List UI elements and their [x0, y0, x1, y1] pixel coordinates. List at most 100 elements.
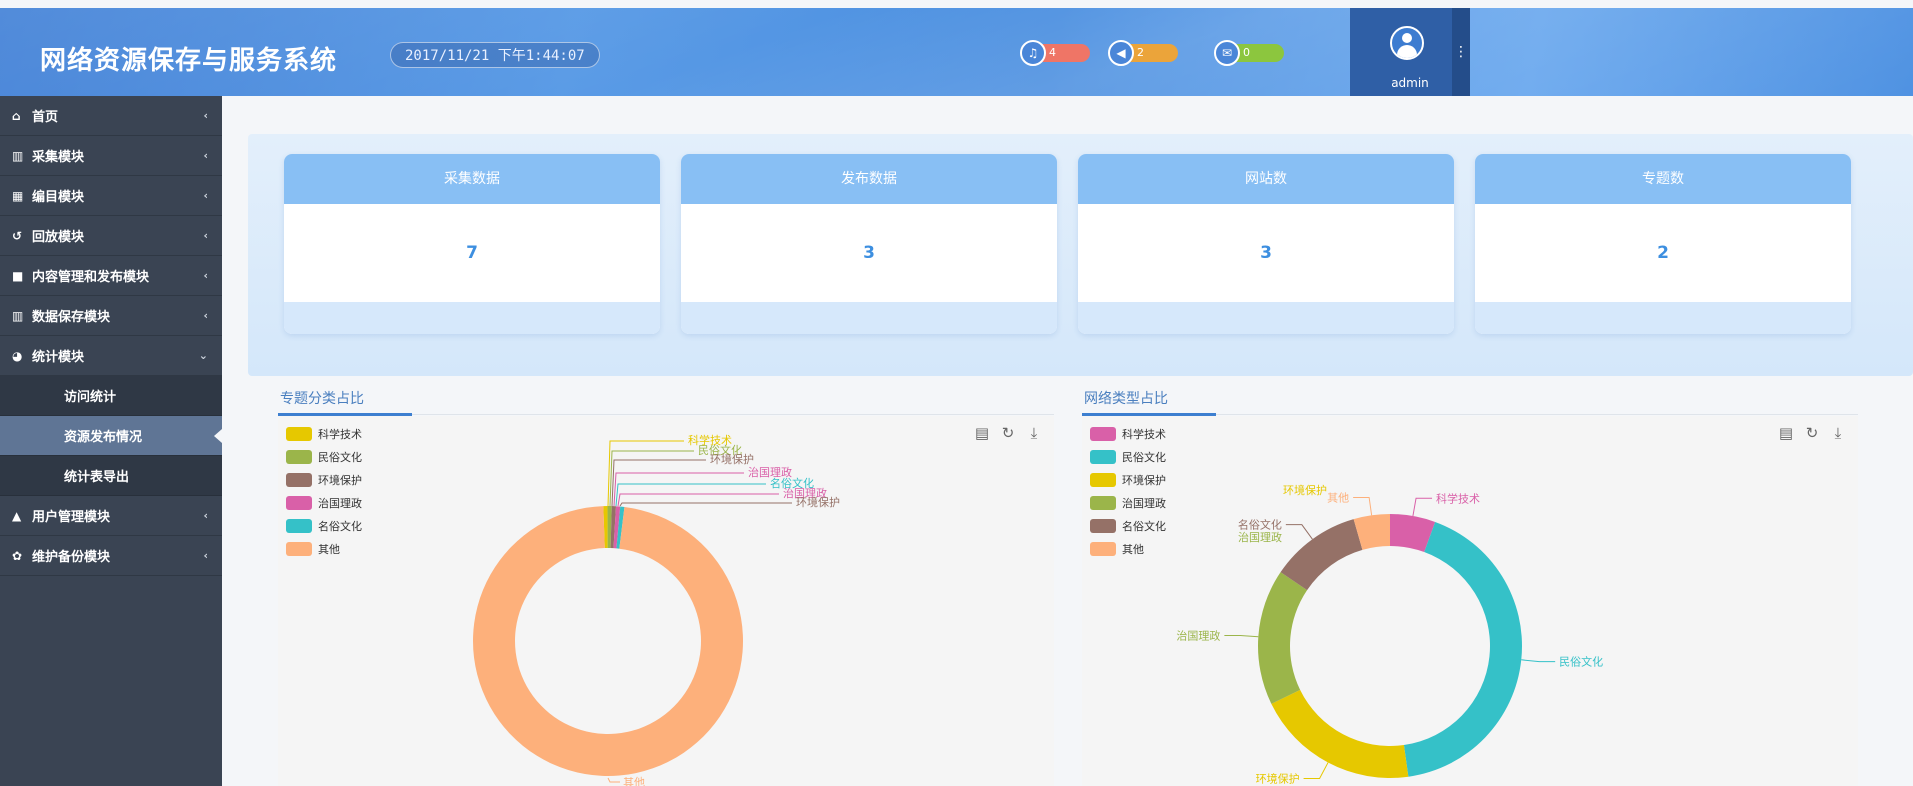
legend-label: 环境保护	[318, 473, 362, 487]
speaker-notification[interactable]: ◀ 2	[1108, 40, 1178, 66]
stat-card-title: 专题数	[1475, 154, 1851, 204]
pie-slice-label: 科学技术	[1436, 491, 1480, 505]
chart-body: 科学技术 民俗文化 环境保护 治国理政 名俗文化 其他 ▤ ↻ ⤓ 科学技术 民俗文化 环境保…	[278, 416, 1054, 786]
legend-item[interactable]: 环境保护	[1090, 468, 1166, 491]
legend-label: 民俗文化	[1122, 450, 1166, 464]
sidebar-subitem-export[interactable]: 统计表导出	[0, 456, 222, 496]
legend-item[interactable]: 治国理政	[1090, 491, 1166, 514]
pie-label-line	[607, 777, 620, 783]
network-type-donut-chart: 科学技术民俗文化环境保护治国理政名俗文化其他环境保护治国理政	[1176, 483, 1603, 785]
bell-notification[interactable]: ♫ 4	[1020, 40, 1090, 66]
pie-label-line	[617, 493, 779, 507]
sidebar-item-collection[interactable]: ▥ 采集模块 ‹	[0, 136, 222, 176]
pie-slice[interactable]	[1258, 572, 1308, 704]
chevron-left-icon: ‹	[203, 509, 208, 522]
data-view-icon[interactable]: ▤	[1778, 424, 1794, 442]
legend-item[interactable]: 名俗文化	[286, 514, 362, 537]
refresh-icon[interactable]: ↻	[1804, 424, 1820, 442]
speaker-icon: ◀	[1108, 40, 1134, 66]
sidebar-item-home[interactable]: ⌂ 首页 ‹	[0, 96, 222, 136]
pie-label-line	[1521, 659, 1556, 663]
pie-slice-label: 其他	[623, 776, 645, 786]
legend-label: 治国理政	[318, 496, 362, 510]
chevron-left-icon: ‹	[203, 189, 208, 202]
legend-swatch	[1090, 449, 1116, 464]
home-icon: ⌂	[12, 108, 21, 123]
sidebar-subitem-label: 统计表导出	[64, 470, 130, 485]
chart-legend: 科学技术民俗文化环境保护治国理政 名俗文化 其他	[1090, 422, 1166, 560]
legend-swatch	[286, 541, 312, 556]
sidebar-item-storage[interactable]: ▥ 数据保存模块 ‹	[0, 296, 222, 336]
legend-swatch	[286, 518, 312, 533]
legend-swatch	[1090, 495, 1116, 510]
chart-toolbox: ▤ ↻ ⤓	[1778, 424, 1846, 442]
refresh-icon[interactable]: ↻	[1000, 424, 1016, 442]
pie-slice-label: 环境保护	[796, 495, 840, 509]
pie-label-line	[609, 450, 694, 507]
legend-label: 环境保护	[1122, 473, 1166, 487]
legend-item[interactable]: 民俗文化	[1090, 445, 1166, 468]
chevron-left-icon: ‹	[203, 269, 208, 282]
legend-item[interactable]: 环境保护	[286, 468, 362, 491]
legend-label: 其他	[318, 542, 340, 556]
sidebar-subitem-visits[interactable]: 访问统计	[0, 376, 222, 416]
legend-item[interactable]: 其他	[286, 537, 362, 560]
sidebar-item-maintenance[interactable]: ✿ 维护备份模块 ‹	[0, 536, 222, 576]
sidebar-subitem-publish-status[interactable]: 资源发布情况	[0, 416, 222, 456]
sidebar-item-statistics[interactable]: ◕ 统计模块 ⌄	[0, 336, 222, 376]
mail-notification[interactable]: ✉ 0	[1214, 40, 1284, 66]
legend-item[interactable]: 科学技术	[1090, 422, 1166, 445]
sidebar-item-playback[interactable]: ↺ 回放模块 ‹	[0, 216, 222, 256]
legend-item[interactable]: 科学技术	[286, 422, 362, 445]
data-view-icon[interactable]: ▤	[974, 424, 990, 442]
pie-slice[interactable]	[1271, 689, 1409, 778]
stat-card-title: 采集数据	[284, 154, 660, 204]
pie-label-line	[1285, 524, 1313, 540]
legend-item[interactable]: 其他	[1090, 537, 1166, 560]
pie-label-line	[619, 502, 792, 507]
sidebar-item-label: 内容管理和发布模块	[32, 270, 150, 285]
legend-swatch	[1090, 426, 1116, 441]
mail-count: 0	[1234, 44, 1284, 62]
legend-item[interactable]: 民俗文化	[286, 445, 362, 468]
pie-slice[interactable]	[1403, 521, 1522, 777]
sidebar-item-label: 统计模块	[32, 350, 85, 365]
chevron-left-icon: ‹	[203, 229, 208, 242]
legend-swatch	[286, 472, 312, 487]
pie-slice-label: 其他	[1327, 491, 1349, 504]
briefcase-icon: ■	[12, 268, 24, 283]
sidebar: ⌂ 首页 ‹ ▥ 采集模块 ‹ ▦ 编目模块 ‹ ↺ 回放模块 ‹ ■ 内容管理…	[0, 96, 222, 786]
stat-card-footer	[284, 302, 660, 334]
pie-slice[interactable]	[1280, 519, 1363, 591]
stat-card-title: 网站数	[1078, 154, 1454, 204]
chart-title[interactable]: 网络类型占比	[1082, 388, 1170, 414]
sidebar-item-label: 维护备份模块	[32, 550, 111, 565]
sidebar-item-label: 采集模块	[32, 150, 85, 165]
sidebar-item-label: 首页	[32, 110, 59, 125]
app-title: 网络资源保存与服务系统	[40, 46, 338, 76]
sidebar-item-catalog[interactable]: ▦ 编目模块 ‹	[0, 176, 222, 216]
more-options-icon[interactable]: ⋮	[1452, 8, 1470, 96]
speaker-count: 2	[1128, 44, 1178, 62]
download-icon[interactable]: ⤓	[1026, 424, 1042, 442]
pie-slice-label: 环境保护	[710, 452, 754, 466]
download-icon[interactable]: ⤓	[1830, 424, 1846, 442]
legend-item[interactable]: 治国理政	[286, 491, 362, 514]
chart-title[interactable]: 专题分类占比	[278, 388, 366, 414]
legend-item[interactable]: 名俗文化	[1090, 514, 1166, 537]
legend-swatch	[286, 449, 312, 464]
sidebar-item-label: 编目模块	[32, 190, 85, 205]
sidebar-item-content[interactable]: ■ 内容管理和发布模块 ‹	[0, 256, 222, 296]
sidebar-item-users[interactable]: ▲ 用户管理模块 ‹	[0, 496, 222, 536]
chevron-left-icon: ‹	[203, 149, 208, 162]
legend-label: 民俗文化	[318, 450, 362, 464]
chevron-left-icon: ‹	[203, 549, 208, 562]
chevron-left-icon: ‹	[203, 309, 208, 322]
legend-label: 科学技术	[318, 427, 362, 441]
bar-chart-icon: ▥	[12, 308, 24, 323]
legend-swatch	[1090, 472, 1116, 487]
stat-card-value: 3	[1260, 243, 1272, 263]
legend-label: 科学技术	[1122, 427, 1166, 441]
stat-card-footer	[1475, 302, 1851, 334]
legend-label: 名俗文化	[318, 519, 362, 533]
